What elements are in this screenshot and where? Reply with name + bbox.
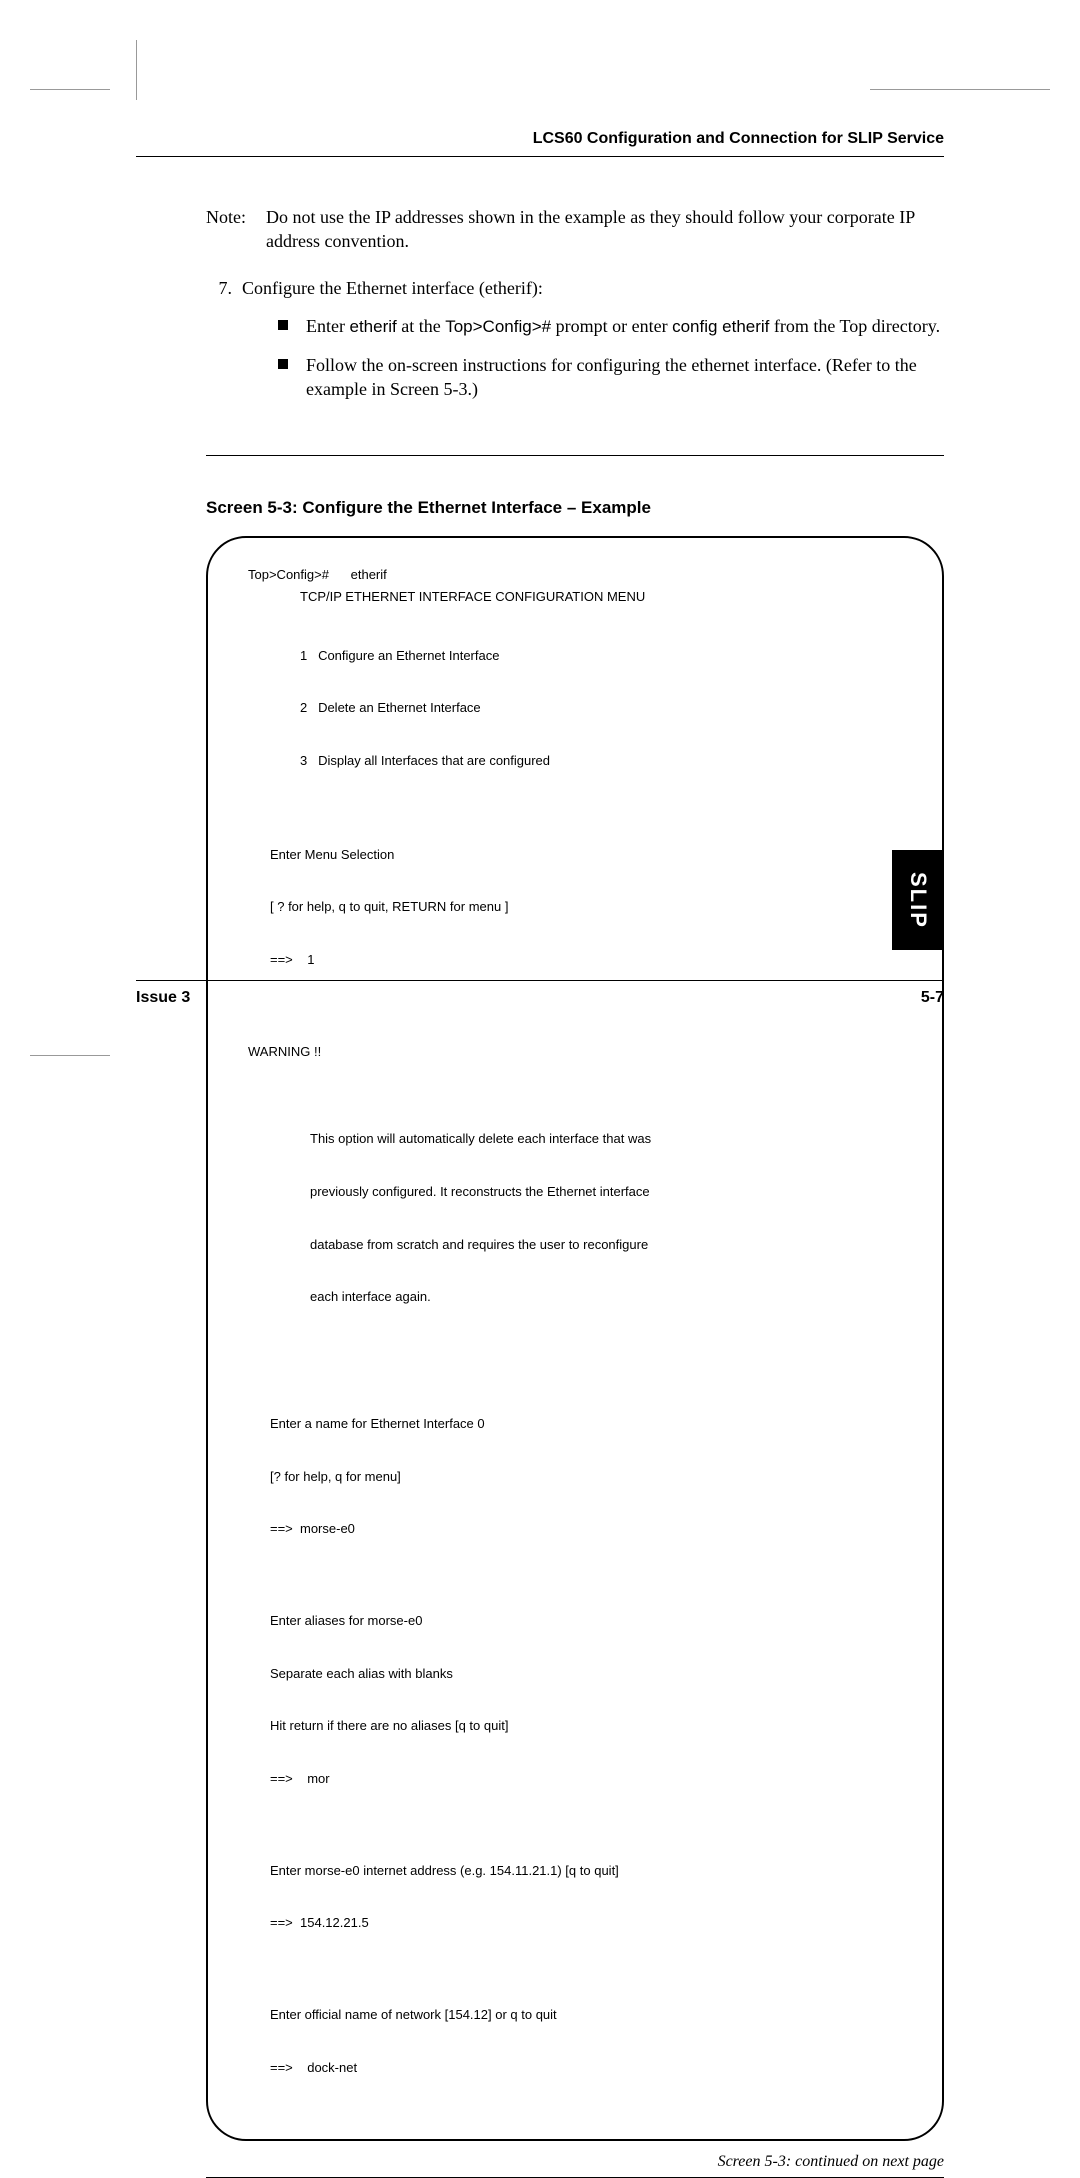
page-number: 5-7: [921, 989, 944, 1007]
t: at the: [397, 316, 445, 336]
header-rule: [136, 156, 944, 157]
content-area: LCS60 Configuration and Connection for S…: [136, 130, 944, 2178]
line: Enter morse-e0 internet address (e.g. 15…: [270, 1862, 902, 1880]
footer: Issue 3 5-7: [136, 980, 944, 1007]
line: This option will automatically delete ea…: [310, 1130, 902, 1148]
line: Enter Menu Selection: [270, 846, 902, 864]
sub-text: Enter etherif at the Top>Config># prompt…: [306, 314, 944, 339]
warning-block: WARNING !! This option will automaticall…: [248, 1008, 902, 1376]
prompt-block: Enter a name for Ethernet Interface 0 [?…: [270, 1380, 902, 1573]
prompt-block: Enter Menu Selection [ ? for help, q to …: [270, 811, 902, 1004]
step-row: 7. Configure the Ethernet interface (eth…: [206, 276, 944, 416]
line: [ ? for help, q to quit, RETURN for menu…: [270, 898, 902, 916]
prompt-block: Enter aliases for morse-e0 Separate each…: [270, 1577, 902, 1823]
crop-mark: [870, 89, 1050, 90]
line: Enter official name of network [154.12] …: [270, 2006, 902, 2024]
line: WARNING !!: [248, 1043, 902, 1061]
line: Enter aliases for morse-e0: [270, 1612, 902, 1630]
line: 1 Configure an Ethernet Interface: [300, 647, 902, 665]
prompt-block: Enter official name of network [154.12] …: [270, 1971, 902, 2111]
line: ==> mor: [270, 1770, 902, 1788]
line: Enter a name for Ethernet Interface 0: [270, 1415, 902, 1433]
line: previously configured. It reconstructs t…: [310, 1183, 902, 1201]
line: ==> 1: [270, 951, 902, 969]
line: [? for help, q for menu]: [270, 1468, 902, 1486]
line: 2 Delete an Ethernet Interface: [300, 699, 902, 717]
bullet-square-icon: [278, 359, 288, 369]
footer-row: Issue 3 5-7: [136, 989, 944, 1007]
code: Top>Config>#: [445, 317, 551, 336]
terminal-screen: Top>Config># etherif TCP/IP ETHERNET INT…: [206, 536, 944, 2141]
step-number: 7.: [206, 276, 232, 416]
line: ==> morse-e0: [270, 1520, 902, 1538]
section-rule: [206, 455, 944, 456]
code: config etherif: [672, 317, 769, 336]
screen-title: Screen 5-3: Configure the Ethernet Inter…: [206, 498, 944, 518]
step-text: Configure the Ethernet interface (etheri…: [242, 276, 944, 416]
line: ==> dock-net: [270, 2059, 902, 2077]
prompt-block: Enter morse-e0 internet address (e.g. 15…: [270, 1827, 902, 1967]
crop-mark: [30, 89, 110, 90]
line: Hit return if there are no aliases [q to…: [270, 1717, 902, 1735]
menu-items: 1 Configure an Ethernet Interface 2 Dele…: [300, 612, 902, 805]
t: from the Top directory.: [769, 316, 940, 336]
line: database from scratch and requires the u…: [310, 1236, 902, 1254]
t: Enter: [306, 316, 349, 336]
line: TCP/IP ETHERNET INTERFACE CONFIGURATION …: [300, 588, 902, 606]
line: Separate each alias with blanks: [270, 1665, 902, 1683]
crop-mark: [136, 40, 137, 100]
running-head: LCS60 Configuration and Connection for S…: [136, 130, 944, 148]
continued-note: Screen 5-3: continued on next page: [136, 2153, 944, 2171]
line: 3 Display all Interfaces that are config…: [300, 752, 902, 770]
footer-rule: [136, 980, 944, 981]
side-tab: SLIP: [892, 850, 944, 950]
note-text: Do not use the IP addresses shown in the…: [266, 205, 944, 254]
t: prompt or enter: [551, 316, 672, 336]
step-intro: Configure the Ethernet interface (etheri…: [242, 278, 543, 298]
page: LCS60 Configuration and Connection for S…: [0, 0, 1080, 1397]
line: ==> 154.12.21.5: [270, 1914, 902, 1932]
sub-text: Follow the on-screen instructions for co…: [306, 353, 944, 402]
sub-item: Enter etherif at the Top>Config># prompt…: [278, 314, 944, 339]
line: each interface again.: [310, 1288, 902, 1306]
line: Top>Config># etherif: [248, 566, 902, 584]
sub-list: Enter etherif at the Top>Config># prompt…: [278, 314, 944, 402]
warning-body: This option will automatically delete ea…: [310, 1095, 902, 1341]
note-label: Note:: [206, 205, 266, 254]
issue-label: Issue 3: [136, 989, 190, 1007]
crop-mark: [30, 1055, 110, 1056]
sub-item: Follow the on-screen instructions for co…: [278, 353, 944, 402]
body-text: Note: Do not use the IP addresses shown …: [206, 205, 944, 415]
note-row: Note: Do not use the IP addresses shown …: [206, 205, 944, 254]
code: etherif: [349, 317, 396, 336]
bullet-square-icon: [278, 320, 288, 330]
